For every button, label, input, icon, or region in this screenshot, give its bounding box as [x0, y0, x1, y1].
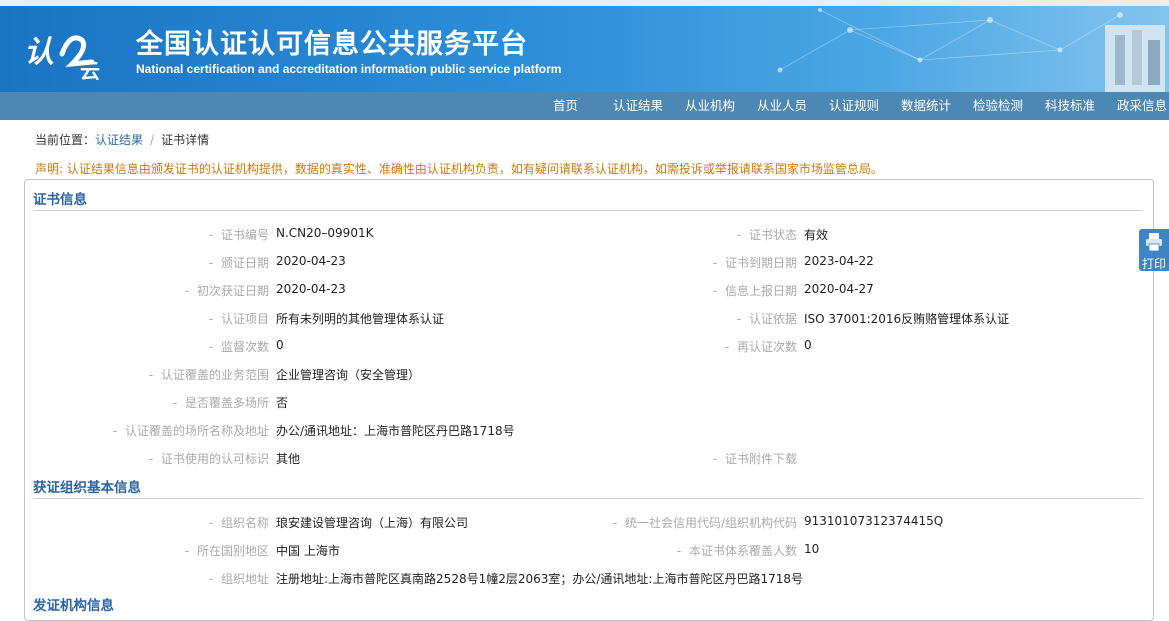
breadcrumb: 当前位置：认证结果 / 证书详情 — [35, 131, 209, 148]
nav-item-inspection[interactable]: 检验检测 — [973, 92, 1023, 120]
breadcrumb-current: 证书详情 — [161, 133, 210, 147]
field-value-cert-number: N.CN20–09901K — [276, 226, 374, 240]
nav-item-cert-rules[interactable]: 认证规则 — [829, 92, 879, 120]
nav-item-personnel[interactable]: 从业人员 — [757, 92, 807, 120]
field-value-cert-basis: ISO 37001:2016反贿赂管理体系认证 — [804, 312, 1010, 326]
field-label-cert-basis: - 认证依据 — [737, 312, 797, 326]
field-value-business-scope: 企业管理咨询（安全管理） — [276, 368, 421, 382]
field-label-report-date: - 信息上报日期 — [713, 284, 797, 298]
field-value-accreditation-mark: 其他 — [276, 452, 301, 466]
field-label-multi-site: - 是否覆盖多场所 — [173, 396, 269, 410]
printer-icon — [1146, 233, 1162, 252]
nav-item-standards[interactable]: 科技标准 — [1045, 92, 1095, 120]
section-title-issuer-info: 发证机构信息 — [33, 598, 114, 614]
network-decoration — [777, 8, 1165, 92]
field-value-site-address: 办公/通讯地址：上海市普陀区丹巴路1718号 — [276, 424, 515, 438]
field-label-recert-count: - 再认证次数 — [725, 340, 797, 354]
field-value-cert-project: 所有未列明的其他管理体系认证 — [276, 312, 445, 326]
field-label-region: - 所在国别地区 — [185, 544, 269, 558]
field-label-first-cert-date: - 初次获证日期 — [185, 284, 269, 298]
field-label-supervision-count: - 监督次数 — [209, 340, 269, 354]
site-title-en: National certification and accreditation… — [136, 62, 562, 76]
field-value-recert-count: 0 — [804, 338, 812, 352]
field-value-expiry-date: 2023-04-22 — [804, 254, 874, 268]
field-label-issue-date: - 颁证日期 — [209, 256, 269, 270]
site-title-cn: 全国认证认可信息公共服务平台 — [136, 29, 528, 60]
print-label: 打印 — [1141, 257, 1166, 271]
field-label-accreditation-mark: - 证书使用的认可标识 — [149, 452, 269, 466]
field-value-multi-site: 否 — [276, 396, 289, 410]
field-label-covered-headcount: - 本证书体系覆盖人数 — [677, 544, 797, 558]
print-button[interactable]: 打印 — [1139, 229, 1169, 271]
field-value-first-cert-date: 2020-04-23 — [276, 282, 346, 296]
nav-item-cert-results[interactable]: 认证结果 — [613, 92, 663, 120]
field-value-org-address: 注册地址:上海市普陀区真南路2528号1幢2层2063室；办公/通讯地址:上海市… — [276, 572, 804, 586]
field-value-cert-status: 有效 — [804, 228, 829, 242]
field-value-org-name: 琅安建设管理咨询（上海）有限公司 — [276, 516, 469, 530]
main-nav: 首页 认证结果 从业机构 从业人员 认证规则 数据统计 检验检测 科技标准 政采… — [0, 92, 1169, 120]
field-value-credit-code: 91310107312374415Q — [804, 514, 944, 528]
building-graphic — [1105, 25, 1165, 92]
breadcrumb-separator: / — [150, 133, 155, 147]
site-logo: 认 云 — [24, 35, 100, 80]
field-label-site-address: - 认证覆盖的场所名称及地址 — [113, 424, 269, 438]
svg-text:云: 云 — [80, 59, 100, 80]
section-title-org-info: 获证组织基本信息 — [33, 480, 141, 496]
nav-item-procurement[interactable]: 政采信息 — [1117, 92, 1167, 120]
field-value-issue-date: 2020-04-23 — [276, 254, 346, 268]
field-label-org-name: - 组织名称 — [209, 516, 269, 530]
svg-text:认: 认 — [24, 35, 54, 70]
field-label-business-scope: - 认证覆盖的业务范围 — [149, 368, 269, 382]
field-label-attachment-download: - 证书附件下载 — [713, 452, 797, 466]
disclaimer-notice: 声明: 认证结果信息由颁发证书的认证机构提供，数据的真实性、准确性由认证机构负责… — [35, 162, 883, 176]
field-label-org-address: - 组织地址 — [209, 572, 269, 586]
field-label-cert-number: - 证书编号 — [209, 228, 269, 242]
site-header: 认 云 全国认证认可信息公共服务平台 National certificatio… — [0, 0, 1169, 92]
breadcrumb-link-cert-results[interactable]: 认证结果 — [95, 133, 143, 147]
field-value-covered-headcount: 10 — [804, 542, 820, 556]
breadcrumb-prefix: 当前位置： — [35, 133, 96, 147]
field-label-credit-code: - 统一社会信用代码/组织机构代码 — [612, 516, 797, 530]
field-label-expiry-date: - 证书到期日期 — [713, 256, 797, 270]
field-value-region: 中国 上海市 — [276, 544, 340, 558]
field-value-report-date: 2020-04-27 — [804, 282, 874, 296]
section-divider — [33, 498, 1143, 499]
section-divider — [33, 210, 1143, 211]
section-title-cert-info: 证书信息 — [33, 192, 87, 208]
field-value-supervision-count: 0 — [276, 338, 284, 352]
nav-item-institutions[interactable]: 从业机构 — [685, 92, 735, 120]
nav-item-home[interactable]: 首页 — [553, 92, 578, 120]
nav-item-statistics[interactable]: 数据统计 — [901, 92, 951, 120]
field-label-cert-status: - 证书状态 — [737, 228, 797, 242]
field-label-cert-project: - 认证项目 — [209, 312, 269, 326]
